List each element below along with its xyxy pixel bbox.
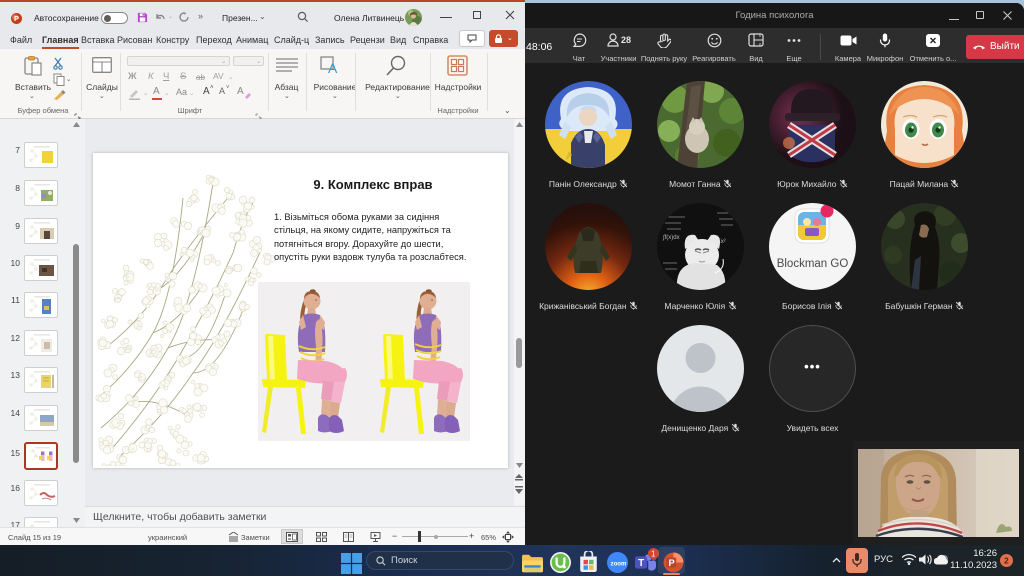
svg-text:T: T [638,558,644,569]
svg-text:A: A [328,60,338,74]
svg-text:1: 1 [651,550,656,559]
svg-text:P: P [14,14,19,23]
svg-text:∫f(x)dx: ∫f(x)dx [662,234,680,241]
svg-text:28: 28 [621,35,631,45]
svg-text:2: 2 [1004,556,1009,566]
svg-text:zoom: zoom [611,561,627,567]
svg-text:Blockman GO: Blockman GO [777,258,849,270]
svg-text:P: P [669,557,675,568]
